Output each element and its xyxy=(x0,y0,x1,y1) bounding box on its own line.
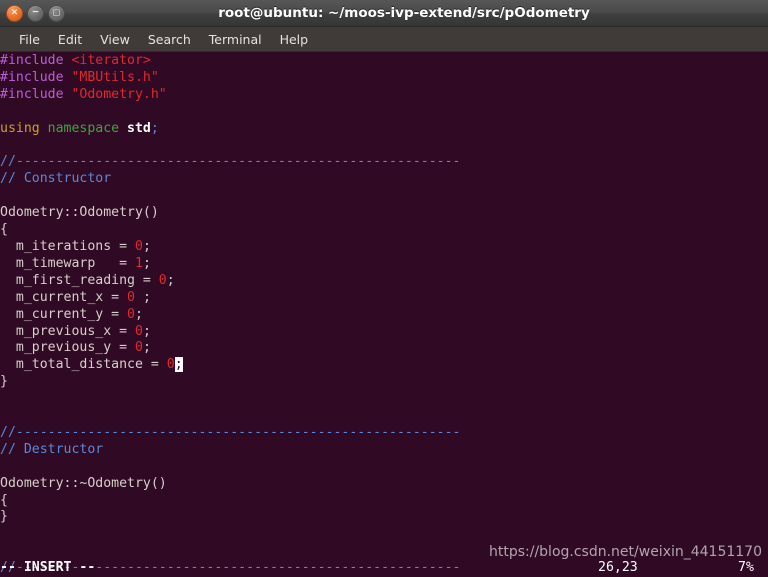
code-token: using xyxy=(0,120,48,136)
menu-item-terminal[interactable]: Terminal xyxy=(200,30,271,49)
code-token: ; xyxy=(142,340,151,356)
code-token: ; xyxy=(135,306,143,322)
code-token: m_current_x = xyxy=(0,289,128,305)
code-token: #include xyxy=(0,53,72,68)
code-token: ; xyxy=(142,238,151,254)
editor-line: { xyxy=(0,493,768,510)
code-token: "Odometry.h" xyxy=(71,86,167,102)
scroll-percent-indicator: 7% xyxy=(738,560,754,575)
maximize-icon: □ xyxy=(52,7,61,17)
code-token: #include xyxy=(0,69,72,85)
code-token: //--------------------------------------… xyxy=(0,154,461,170)
code-token: std xyxy=(127,120,151,136)
window-controls: × − □ xyxy=(0,4,65,22)
editor-line: // Constructor xyxy=(0,171,768,188)
editor-line: Odometry::Odometry() xyxy=(0,205,768,222)
menu-item-view[interactable]: View xyxy=(91,30,139,49)
editor-line: // Destructor xyxy=(0,442,768,459)
code-token: } xyxy=(0,509,8,525)
code-token: 0 xyxy=(158,272,167,288)
code-token: Odometry::~Odometry() xyxy=(0,475,167,491)
vim-editor-buffer[interactable]: #include <iterator> #include "MBUtils.h" #… xyxy=(0,53,768,577)
editor-line: #include "MBUtils.h" xyxy=(0,70,768,87)
editor-line: } xyxy=(0,374,768,391)
editor-line: using namespace std; xyxy=(0,121,768,138)
terminal-content[interactable]: #include <iterator> #include "MBUtils.h" #… xyxy=(0,52,768,577)
code-token: ; xyxy=(174,357,183,373)
close-icon: × xyxy=(10,7,19,17)
editor-line: { xyxy=(0,222,768,239)
window-title: root@ubuntu: ~/moos-ivp-extend/src/pOdom… xyxy=(218,5,590,21)
title-bar: × − □ root@ubuntu: ~/moos-ivp-extend/src… xyxy=(0,0,768,27)
code-token: 0 xyxy=(134,238,143,254)
code-token: { xyxy=(0,222,8,238)
code-token: ; xyxy=(166,272,175,288)
code-token: m_current_y = xyxy=(0,306,128,322)
code-token: ; xyxy=(135,289,151,305)
close-button[interactable]: × xyxy=(6,4,23,22)
editor-line: m_first_reading = 0; xyxy=(0,273,768,290)
terminal-window: × − □ root@ubuntu: ~/moos-ivp-extend/src… xyxy=(0,0,768,577)
editor-line: Odometry::~Odometry() xyxy=(0,476,768,493)
code-token: m_total_distance = xyxy=(0,357,167,373)
editor-line: } xyxy=(0,509,768,526)
editor-line: m_previous_y = 0; xyxy=(0,340,768,357)
menu-item-file[interactable]: File xyxy=(10,30,49,49)
code-token: 1 xyxy=(134,255,143,271)
editor-line: m_iterations = 0; xyxy=(0,239,768,256)
code-token: ; xyxy=(142,255,151,271)
editor-line: //--------------------------------------… xyxy=(0,154,768,171)
code-token: m_previous_x = xyxy=(0,323,135,339)
editor-line: m_total_distance = 0; xyxy=(0,357,768,374)
editor-line: //--------------------------------------… xyxy=(0,425,768,442)
vim-mode-indicator: -- INSERT -- xyxy=(0,560,96,575)
code-token: 0 xyxy=(127,306,135,322)
minimize-icon: − xyxy=(31,7,40,17)
code-token: namespace xyxy=(47,120,128,136)
vim-status-line: -- INSERT -- 26,23 7% xyxy=(0,559,768,577)
editor-line: #include "Odometry.h" xyxy=(0,87,768,104)
maximize-button[interactable]: □ xyxy=(48,4,65,22)
code-token: Odometry::Odometry() xyxy=(0,205,159,221)
editor-line: m_timewarp = 1; xyxy=(0,256,768,273)
code-token: 0 xyxy=(134,340,143,356)
code-token: //--------------------------------------… xyxy=(0,424,461,440)
code-token: m_previous_y = xyxy=(0,340,135,356)
editor-line: m_current_x = 0 ; xyxy=(0,290,768,307)
code-token: <iterator> xyxy=(71,53,151,68)
code-token: // Constructor xyxy=(0,171,112,187)
code-token: // Destructor xyxy=(0,441,104,457)
code-token: ; xyxy=(150,120,159,136)
menu-bar: File Edit View Search Terminal Help xyxy=(0,27,768,52)
code-token: 0 xyxy=(166,357,175,373)
code-token: } xyxy=(0,374,8,390)
menu-item-edit[interactable]: Edit xyxy=(49,30,91,49)
code-token: m_timewarp = xyxy=(0,255,135,271)
editor-line: m_previous_x = 0; xyxy=(0,324,768,341)
editor-line: #include <iterator> xyxy=(0,53,768,70)
code-token: 0 xyxy=(127,289,135,305)
menu-item-help[interactable]: Help xyxy=(271,30,318,49)
code-token: { xyxy=(0,492,8,508)
code-token: m_iterations = xyxy=(0,238,135,254)
menu-item-search[interactable]: Search xyxy=(139,30,200,49)
code-token: #include xyxy=(0,86,72,102)
editor-line: m_current_y = 0; xyxy=(0,307,768,324)
code-token: 0 xyxy=(134,323,143,339)
minimize-button[interactable]: − xyxy=(27,4,44,22)
cursor-position-indicator: 26,23 xyxy=(598,560,638,575)
code-token: m_first_reading = xyxy=(0,272,159,288)
code-token: "MBUtils.h" xyxy=(71,69,159,85)
code-token: ; xyxy=(142,323,151,339)
